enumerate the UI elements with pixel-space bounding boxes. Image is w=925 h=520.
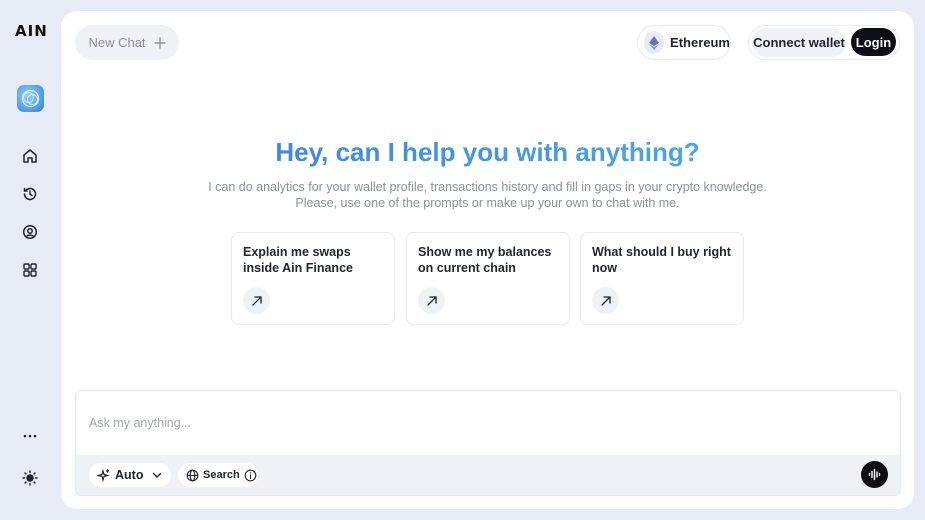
voice-input-button[interactable] — [861, 461, 888, 488]
prompt-card[interactable]: Explain me swaps inside Ain Finance — [231, 232, 395, 325]
app-logo[interactable]: AIN — [15, 22, 48, 40]
prompt-card-text: What should I buy right now — [592, 245, 731, 275]
hero-subtitle-line-1: I can do analytics for your wallet profi… — [208, 180, 767, 194]
chain-selector[interactable]: Ethereum — [637, 25, 731, 60]
hero-subtitle: I can do analytics for your wallet profi… — [61, 179, 914, 211]
hero-subtitle-line-2: Please, use one of the prompts or make u… — [295, 196, 680, 210]
mode-selector[interactable]: Auto — [89, 463, 171, 487]
new-chat-button[interactable]: New Chat — [75, 25, 179, 60]
prompt-card-text: Explain me swaps inside Ain Finance — [243, 245, 353, 275]
search-toggle[interactable]: Search — [178, 463, 258, 487]
home-icon[interactable] — [20, 146, 40, 166]
login-button[interactable]: Login — [851, 28, 896, 56]
ethereum-icon — [644, 31, 665, 54]
page-title: Hey, can I help you with anything? — [61, 137, 914, 168]
assistant-avatar-icon[interactable] — [17, 85, 44, 112]
arrow-up-right-icon[interactable] — [243, 287, 270, 314]
history-icon[interactable] — [20, 184, 40, 204]
search-label: Search — [203, 469, 240, 481]
sidebar: AIN — [0, 0, 60, 520]
chat-panel: New Chat Ethereum Connect wallet Login H… — [61, 11, 914, 509]
prompt-card[interactable]: What should I buy right now — [580, 232, 744, 325]
message-composer: Auto Search — [75, 390, 901, 496]
chevron-down-icon — [152, 472, 162, 478]
theme-sun-icon[interactable] — [20, 468, 40, 488]
arrow-up-right-icon[interactable] — [418, 287, 445, 314]
chain-label: Ethereum — [670, 35, 730, 50]
connect-wallet-button[interactable]: Connect wallet — [752, 28, 846, 57]
prompt-card-text: Show me my balances on current chain — [418, 245, 552, 275]
composer-toolbar: Auto Search — [76, 455, 900, 495]
prompt-card[interactable]: Show me my balances on current chain — [406, 232, 570, 325]
new-chat-label: New Chat — [88, 35, 146, 50]
arrow-up-right-icon[interactable] — [592, 287, 619, 314]
apps-grid-icon[interactable] — [20, 260, 40, 280]
sparkles-icon — [97, 468, 110, 482]
waveform-icon — [868, 468, 881, 481]
message-input[interactable] — [76, 391, 900, 455]
plus-icon — [153, 36, 166, 49]
globe-icon — [186, 469, 199, 481]
more-icon[interactable] — [20, 426, 40, 446]
mode-label: Auto — [115, 468, 144, 482]
info-icon[interactable] — [244, 469, 257, 482]
profile-icon[interactable] — [20, 222, 40, 242]
